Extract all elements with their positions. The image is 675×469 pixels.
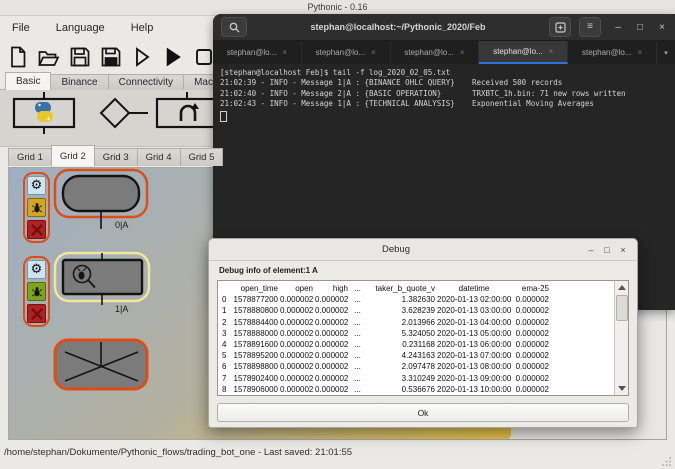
search-icon: [229, 22, 240, 33]
tab-close-icon[interactable]: ×: [371, 48, 376, 57]
gear-icon: ⚙: [31, 179, 43, 192]
debug-table-row: 1 1578880800 0.000002 0.000002 ... 3.628…: [222, 305, 612, 316]
grid-tab[interactable]: Grid 5: [180, 148, 224, 166]
debug-table-row: 7 1578902400 0.000002 0.000002 ... 3.310…: [222, 373, 612, 384]
debug-table-row: 3 1578888000 0.000002 0.000002 ... 5.324…: [222, 328, 612, 339]
debug-table-row: 0 1578877200 0.000002 0.000002 ... 1.382…: [222, 294, 612, 305]
open-file-icon[interactable]: [35, 43, 62, 70]
terminal-tab[interactable]: stephan@lo... ×: [391, 41, 480, 64]
debug-table-row: 8 1578906000 0.000002 0.000002 ... 0.536…: [222, 384, 612, 395]
terminal-log-line: 21:02:39 - INFO - Message 1|A : {BINANCE…: [220, 78, 675, 88]
python-logo-icon: [35, 102, 53, 122]
element-0A-label: 0|A: [115, 220, 128, 230]
menu-item[interactable]: File: [12, 22, 30, 34]
menu-item[interactable]: Language: [56, 22, 105, 34]
debug-title: Debug: [209, 244, 583, 255]
element-1A-settings-button[interactable]: ⚙: [27, 260, 46, 279]
toolbox-tab[interactable]: Basic: [5, 72, 51, 90]
terminal-tab[interactable]: stephan@lo... ×: [213, 41, 302, 64]
debug-table-row: 4 1578891600 0.000002 0.000002 ... 0.231…: [222, 339, 612, 350]
save-as-icon[interactable]: [97, 43, 124, 70]
element-1A-label: 1|A: [115, 304, 128, 314]
toolbox-element-python[interactable]: [14, 92, 74, 134]
element-0A-button-stack: ⚙: [23, 172, 50, 243]
debug-maximize-button[interactable]: □: [599, 245, 615, 255]
gear-icon: ⚙: [31, 263, 43, 276]
element-0A-debug-button[interactable]: [27, 198, 46, 217]
terminal-tab-bar: stephan@lo... × stephan@lo... × stephan@…: [213, 41, 675, 64]
scroll-down-icon[interactable]: [618, 386, 626, 391]
toolbox-element-branch[interactable]: [101, 99, 148, 127]
bug-icon: [31, 286, 43, 298]
terminal-prompt-line: [stephan@localhost Feb]$ tail -f log_202…: [220, 68, 675, 78]
scroll-up-icon[interactable]: [618, 285, 626, 290]
flow-element-0A[interactable]: [55, 170, 147, 229]
debug-table-header: open_time open high ... taker_b_quote_v …: [222, 283, 612, 294]
tab-close-icon[interactable]: ×: [460, 48, 465, 57]
save-icon[interactable]: [66, 43, 93, 70]
flow-element-1A[interactable]: [55, 253, 149, 305]
terminal-log-line: 21:02:40 - INFO - Message 2|A : {BASIC O…: [220, 89, 675, 99]
grid-tab[interactable]: Grid 4: [137, 148, 181, 166]
ok-button[interactable]: Ok: [217, 403, 629, 422]
terminal-menu-button[interactable]: ≡: [579, 17, 601, 37]
x-icon: [30, 223, 44, 237]
terminal-title: stephan@localhost:~/Pythonic_2020/Feb: [247, 22, 549, 32]
element-0A-delete-button[interactable]: [27, 220, 46, 239]
debug-table-scrollbar[interactable]: [614, 281, 628, 395]
x-icon: [30, 307, 44, 321]
grid-tabs: Grid 1Grid 2Grid 3Grid 4Grid 5: [8, 146, 222, 166]
tab-close-icon[interactable]: ×: [549, 47, 554, 56]
terminal-tab[interactable]: stephan@lo... ×: [568, 41, 657, 64]
menu-item[interactable]: Help: [131, 22, 154, 34]
grid-tab[interactable]: Grid 1: [8, 148, 52, 166]
debug-table-row: 6 1578898800 0.000002 0.000002 ... 2.097…: [222, 361, 612, 372]
debug-table[interactable]: open_time open high ... taker_b_quote_v …: [217, 280, 629, 396]
main-window-title: Pythonic - 0.16: [307, 2, 367, 12]
terminal-close-button[interactable]: ×: [653, 22, 671, 33]
terminal-tab[interactable]: stephan@lo... ×: [479, 41, 568, 64]
chevron-down-icon[interactable]: ▾: [657, 41, 675, 64]
debug-dialog: Debug – □ × Debug info of element:1 A op…: [208, 238, 638, 428]
terminal-tab[interactable]: stephan@lo... ×: [302, 41, 391, 64]
new-file-icon[interactable]: [4, 43, 31, 70]
terminal-minimize-button[interactable]: –: [609, 22, 627, 33]
terminal-titlebar[interactable]: stephan@localhost:~/Pythonic_2020/Feb ≡ …: [213, 14, 675, 41]
terminal-cursor: [220, 111, 227, 122]
element-0A-settings-button[interactable]: ⚙: [27, 176, 46, 195]
run-icon[interactable]: [159, 43, 186, 70]
debug-table-row: 5 1578895200 0.000002 0.000002 ... 4.243…: [222, 350, 612, 361]
debug-close-button[interactable]: ×: [615, 245, 631, 255]
new-tab-icon: [555, 22, 566, 33]
debug-run-icon[interactable]: [128, 43, 155, 70]
debug-info-label: Debug info of element:1 A: [219, 266, 318, 275]
scrollbar-thumb[interactable]: [616, 295, 628, 321]
grid-tab[interactable]: Grid 3: [94, 148, 138, 166]
terminal-new-tab-button[interactable]: [549, 17, 571, 37]
desktop: Pythonic - 0.16 File Language Help: [0, 0, 675, 469]
terminal-maximize-button[interactable]: □: [631, 22, 649, 33]
toolbox-tab[interactable]: Binance: [50, 74, 108, 90]
hamburger-icon: ≡: [587, 22, 593, 32]
terminal-search-button[interactable]: [221, 17, 247, 37]
flow-element-connector[interactable]: [55, 340, 147, 389]
tab-close-icon[interactable]: ×: [637, 48, 642, 57]
debug-titlebar[interactable]: Debug – □ ×: [209, 239, 637, 261]
bug-icon: [31, 202, 43, 214]
element-1A-debug-button[interactable]: [27, 282, 46, 301]
status-bar: /home/stephan/Dokumente/Pythonic_flows/t…: [4, 447, 352, 458]
debug-table-row: 2 1578884400 0.000002 0.000002 ... 2.013…: [222, 317, 612, 328]
toolbox-element-return[interactable]: [157, 92, 218, 127]
toolbox-tab[interactable]: Connectivity: [108, 74, 184, 90]
debug-minimize-button[interactable]: –: [583, 245, 599, 255]
tab-close-icon[interactable]: ×: [282, 48, 287, 57]
resize-grip[interactable]: [662, 456, 672, 466]
element-1A-delete-button[interactable]: [27, 304, 46, 323]
element-1A-button-stack: ⚙: [23, 256, 50, 327]
grid-tab[interactable]: Grid 2: [51, 145, 95, 166]
terminal-log-line: 21:02:43 - INFO - Message 1|A : {TECHNIC…: [220, 99, 675, 109]
